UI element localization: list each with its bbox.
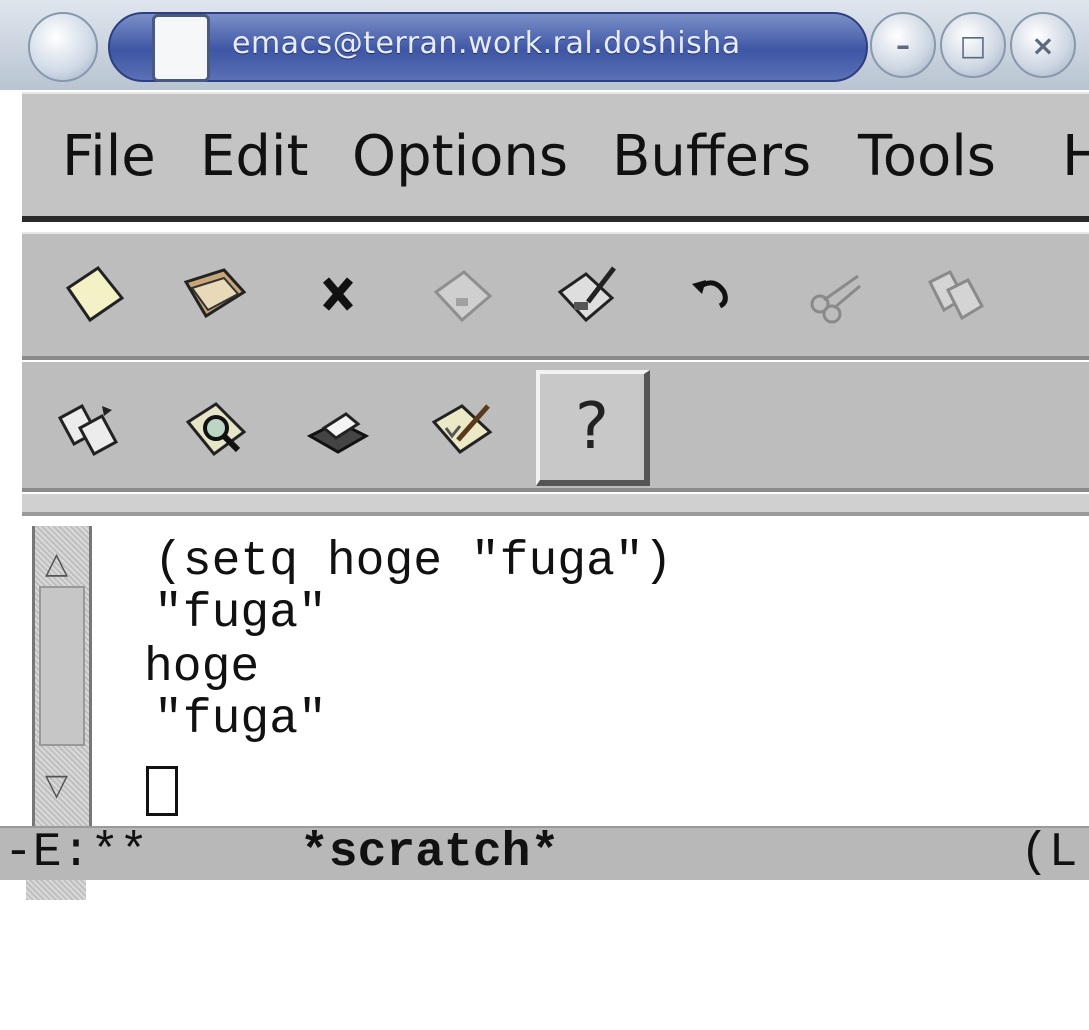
vertical-scrollbar[interactable]: △ ▽ <box>32 526 92 826</box>
print-icon <box>306 412 370 454</box>
modeline-flags: -E:** <box>4 826 149 880</box>
close-icon: × <box>1031 28 1055 62</box>
buffer-line: (setq hoge "fuga") <box>154 535 673 589</box>
window-menu-button[interactable] <box>28 12 98 82</box>
window-title: emacs@terran.work.ral.doshisha <box>232 26 741 61</box>
scroll-down-icon[interactable]: ▽ <box>45 768 68 803</box>
paste-icon <box>57 403 119 457</box>
save-disk-icon <box>433 270 493 323</box>
document-icon <box>152 14 210 82</box>
minimize-icon: – <box>896 28 910 62</box>
search-button[interactable] <box>176 386 260 470</box>
maximize-icon: □ <box>959 28 987 62</box>
save-button[interactable] <box>420 252 504 336</box>
text-cursor <box>146 766 178 816</box>
buffer-line: "fuga" <box>154 587 327 641</box>
scroll-up-icon[interactable]: △ <box>45 546 68 581</box>
help-icon: ? <box>575 390 609 464</box>
copy-button[interactable] <box>914 252 998 336</box>
toolbar-separator <box>22 494 1089 516</box>
minimize-button[interactable]: – <box>870 12 936 78</box>
save-as-icon <box>557 266 616 323</box>
menu-buffers[interactable]: Buffers <box>612 124 811 189</box>
close-buffer-icon <box>322 277 354 311</box>
buffer-line: "fuga" <box>154 693 327 747</box>
spell-check-icon <box>431 404 493 454</box>
help-button[interactable]: ? <box>536 370 650 486</box>
window-titlebar[interactable]: emacs@terran.work.ral.doshisha – □ × <box>0 0 1089 90</box>
modeline-buffer-name: *scratch* <box>300 826 560 880</box>
minibuffer[interactable] <box>0 880 1089 900</box>
modeline-position: (L <box>1020 826 1078 880</box>
print-button[interactable] <box>296 386 380 470</box>
undo-icon <box>692 280 728 309</box>
menu-file[interactable]: File <box>62 124 156 189</box>
copy-icon <box>927 270 984 321</box>
undo-button[interactable] <box>668 252 752 336</box>
save-as-button[interactable] <box>546 252 630 336</box>
mode-line: -E:** *scratch* (L <box>0 826 1089 880</box>
buffer-line: hoge <box>144 641 260 695</box>
editor-buffer[interactable]: (setq hoge "fuga") "fuga" hoge "fuga" <box>100 526 1072 826</box>
paste-button[interactable] <box>46 386 130 470</box>
open-folder-icon <box>183 268 247 319</box>
minibuffer-scroll-mark <box>26 880 86 900</box>
menu-bar: File Edit Options Buffers Tools H <box>22 92 1089 222</box>
menu-edit[interactable]: Edit <box>200 124 308 189</box>
close-button[interactable]: × <box>1010 12 1076 78</box>
close-buffer-button[interactable] <box>296 252 380 336</box>
menu-help[interactable]: H <box>1062 124 1089 189</box>
cut-icon <box>810 274 861 324</box>
search-icon <box>185 402 247 457</box>
menu-tools[interactable]: Tools <box>858 124 996 189</box>
open-file-button[interactable] <box>172 252 256 336</box>
new-file-button[interactable] <box>52 252 136 336</box>
scroll-thumb[interactable] <box>39 586 85 746</box>
new-file-icon <box>65 265 125 323</box>
cut-button[interactable] <box>792 252 876 336</box>
maximize-button[interactable]: □ <box>940 12 1006 78</box>
spell-check-button[interactable] <box>422 386 506 470</box>
menu-options[interactable]: Options <box>352 124 568 189</box>
